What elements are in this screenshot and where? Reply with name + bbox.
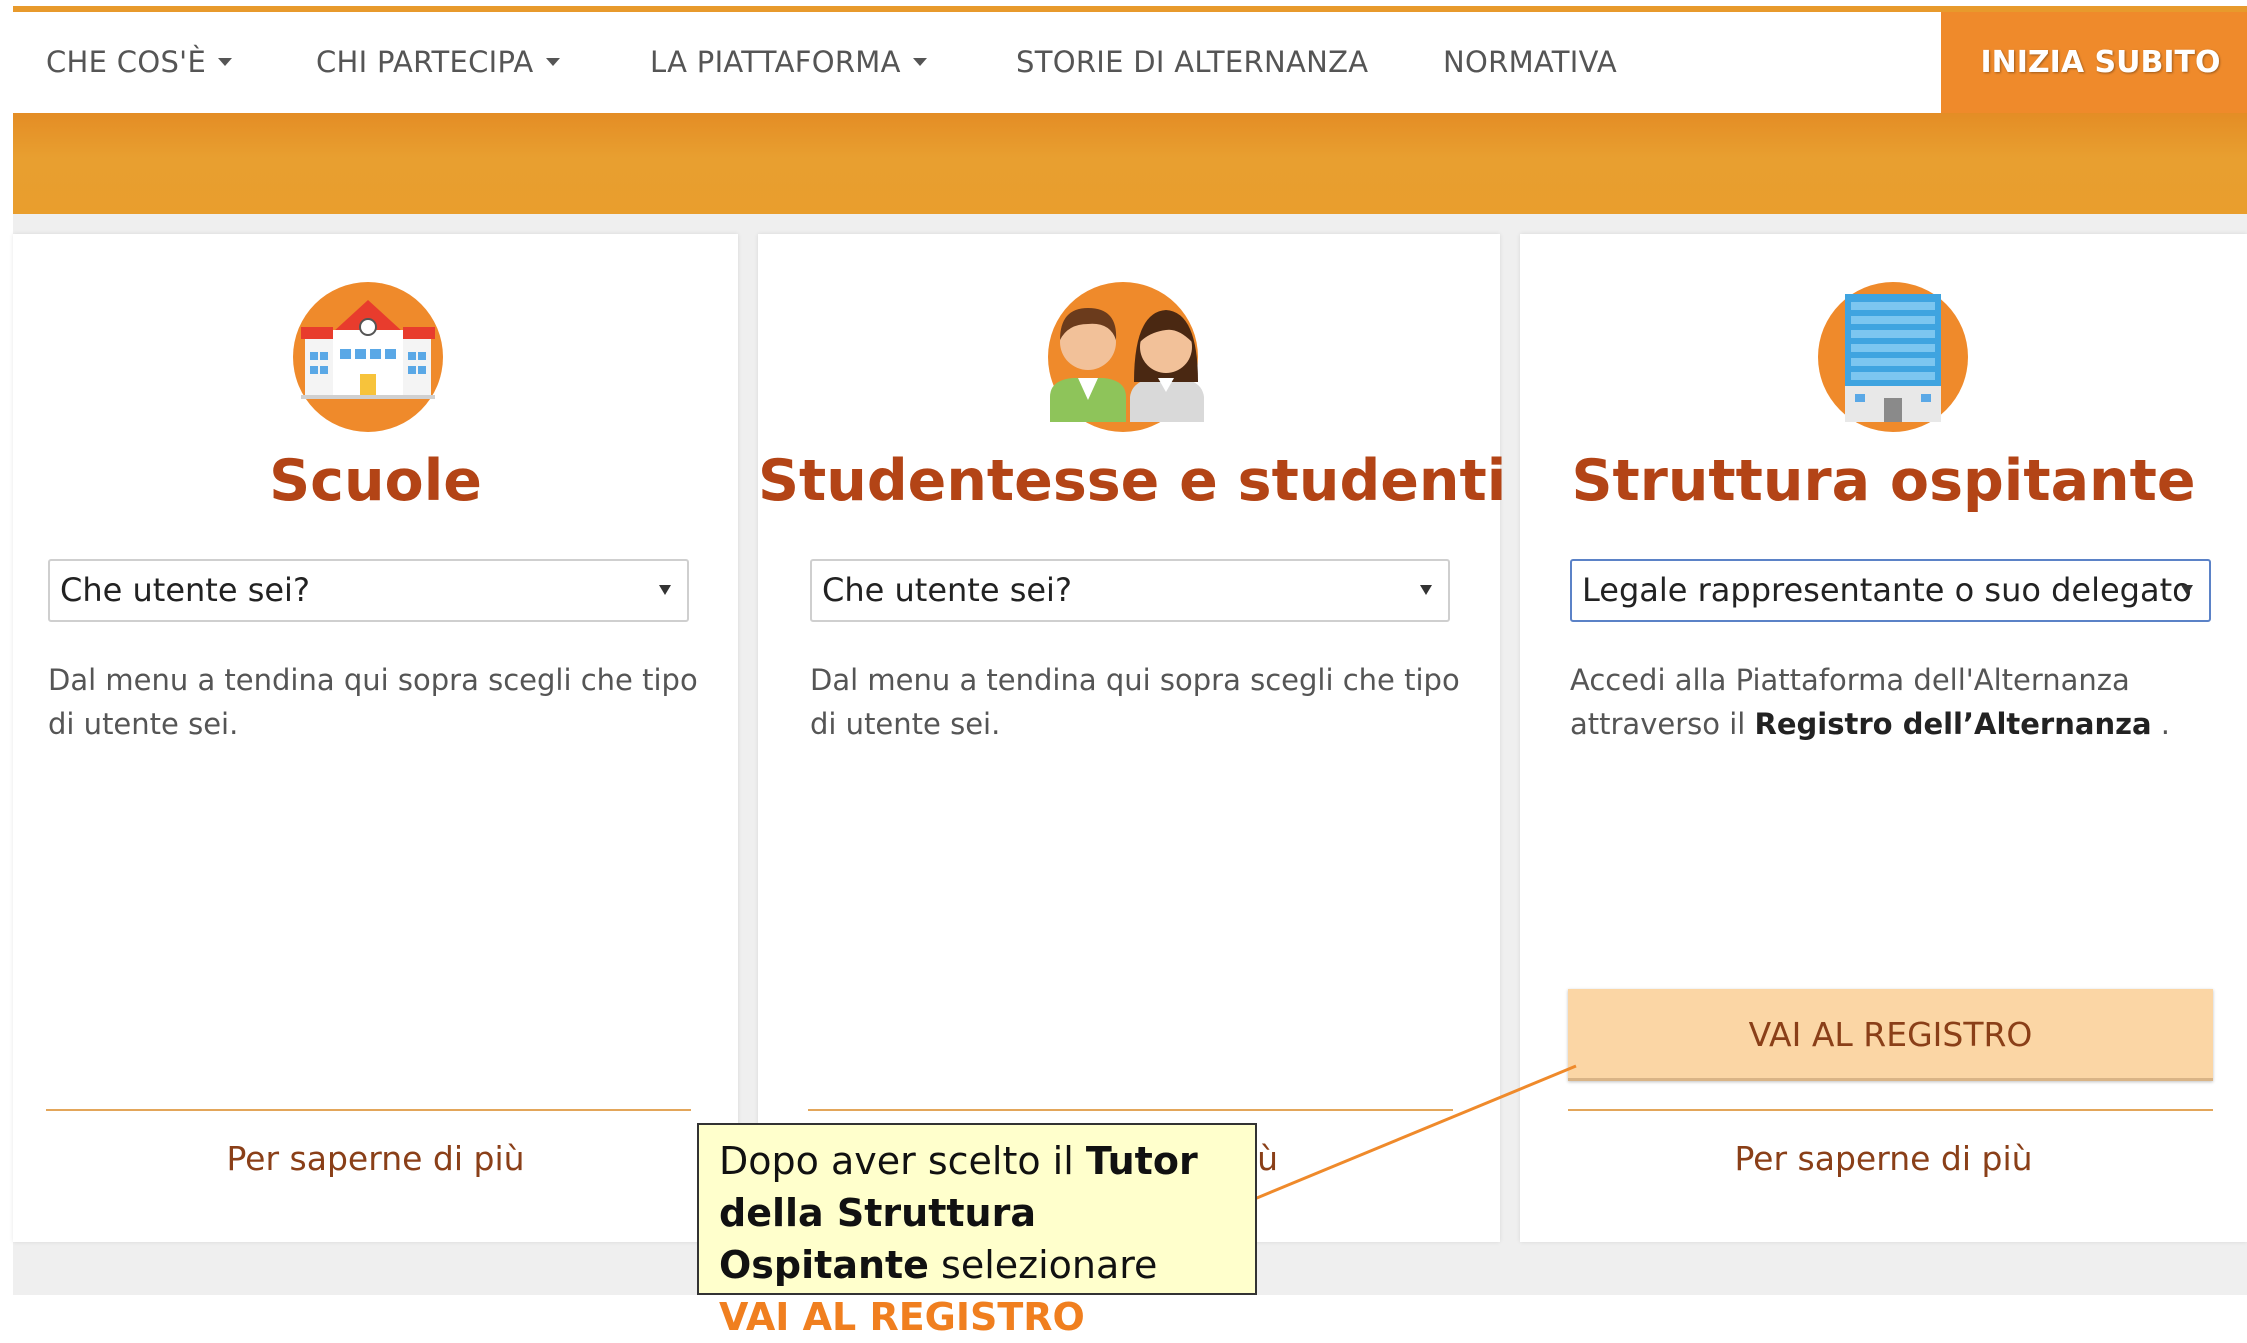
card-title: Struttura ospitante [1571,448,2196,514]
nav-item-normativa[interactable]: NORMATIVA [1443,12,1617,113]
instruction-callout: Dopo aver scelto il Tutor della Struttur… [697,1123,1257,1339]
select-value: Che utente sei? [60,571,310,609]
card-description: Accedi alla Piattaforma dell'Alternanza … [1570,658,2170,746]
description-text-end: . [2151,707,2170,741]
card-divider [46,1109,691,1111]
caret-down-icon [218,58,233,66]
callout-text: Dopo aver scelto il [719,1139,1086,1183]
school-building-icon [283,282,443,432]
user-type-select[interactable]: Che utente sei? [48,559,689,622]
office-building-icon [1818,282,1968,432]
nav-label: NORMATIVA [1443,45,1618,79]
select-value: Legale rappresentante o suo delegato [1582,571,2192,609]
nav-item-chi-partecipa[interactable]: CHI PARTECIPA [316,12,560,113]
card-title: Scuole [269,448,482,514]
user-type-select[interactable]: Che utente sei? [810,559,1450,622]
nav-label: STORIE DI ALTERNANZA [1016,45,1369,79]
nav-item-la-piattaforma[interactable]: LA PIATTAFORMA [650,12,927,113]
nav-label: LA PIATTAFORMA [650,45,901,79]
card-divider [808,1109,1453,1111]
registro-link-text: Registro dell’Alternanza [1754,707,2152,741]
select-arrow-icon [1420,585,1432,595]
vai-al-registro-button[interactable]: VAI AL REGISTRO [1568,989,2213,1081]
user-type-select[interactable]: Legale rappresentante o suo delegato [1570,559,2211,622]
card-struttura-ospitante: Struttura ospitante Legale rappresentant… [1520,234,2247,1242]
card-description: Dal menu a tendina qui sopra scegli che … [810,663,1460,741]
per-saperne-di-piu-link[interactable]: Per saperne di più [13,1139,738,1178]
caret-down-icon [545,58,560,66]
select-arrow-icon [2181,585,2193,595]
per-saperne-di-piu-link[interactable]: Per saperne di più [1520,1139,2247,1178]
callout-text-2: selezionare [928,1243,1158,1287]
students-icon [1038,282,1204,432]
card-studenti: Studentesse e studenti Che utente sei? D… [758,234,1507,1242]
inizia-subito-button[interactable]: INIZIA SUBITO [1941,12,2247,113]
orange-banner [13,113,2247,214]
select-arrow-icon [659,585,671,595]
card-description: Dal menu a tendina qui sopra scegli che … [48,663,698,741]
card-scuole: Scuole Che utente sei? Dal menu a tendin… [13,234,738,1242]
select-value: Che utente sei? [822,571,1072,609]
caret-down-icon [912,58,927,66]
main-nav: CHE COS'È CHI PARTECIPA LA PIATTAFORMA S… [13,12,2247,113]
page: CHE COS'È CHI PARTECIPA LA PIATTAFORMA S… [0,0,2247,1339]
nav-item-storie-di-alternanza[interactable]: STORIE DI ALTERNANZA [1016,12,1368,113]
card-divider [1568,1109,2213,1111]
nav-label: CHE COS'È [46,45,207,79]
nav-item-che-cose[interactable]: CHE COS'È [46,12,233,113]
nav-label: CHI PARTECIPA [316,45,534,79]
card-title: Studentesse e studenti [758,448,1507,514]
callout-highlight-text: VAI AL REGISTRO [719,1295,1085,1339]
